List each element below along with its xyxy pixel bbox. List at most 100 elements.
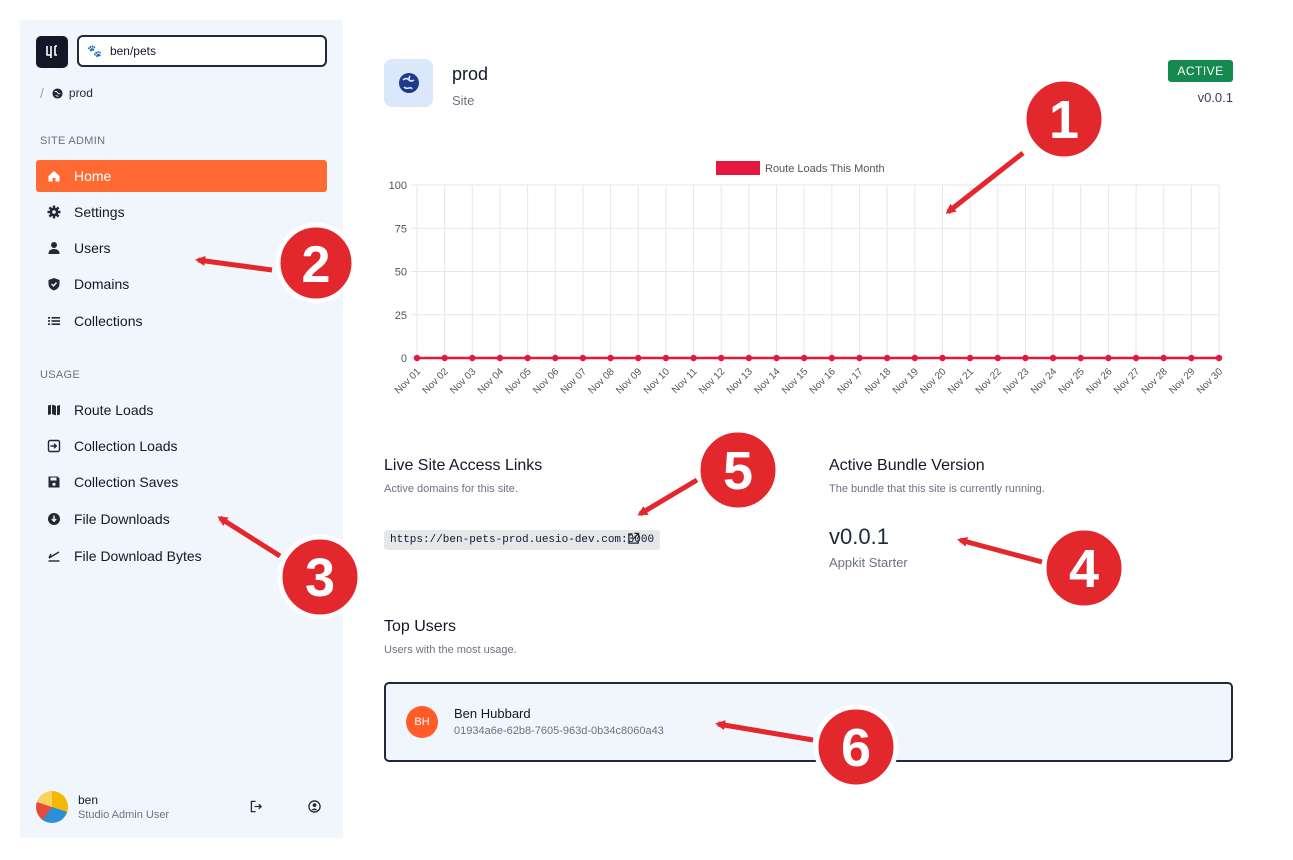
breadcrumb-site: prod xyxy=(68,86,93,100)
data-point xyxy=(662,354,670,362)
nav-route-loads[interactable]: Route Loads xyxy=(36,394,327,426)
nav-users[interactable]: Users xyxy=(36,232,327,264)
breadcrumb-separator: / xyxy=(40,85,44,101)
bundle-title: Active Bundle Version xyxy=(829,457,985,474)
gear-icon xyxy=(46,204,62,220)
data-point xyxy=(441,354,448,362)
nav-collection-loads[interactable]: Collection Loads xyxy=(36,430,327,462)
links-title: Live Site Access Links xyxy=(384,457,543,474)
bundle-desc: The bundle that this site is currently r… xyxy=(829,483,1045,495)
data-point xyxy=(1160,354,1167,362)
nav-collection-loads-label: Collection Loads xyxy=(74,438,178,454)
y-tick-label: 50 xyxy=(395,267,407,279)
nav-collections-label: Collections xyxy=(74,313,143,329)
chart-svg: Route Loads This Month0255075100Nov 01No… xyxy=(389,161,1225,397)
current-user: ben Studio Admin User xyxy=(36,790,326,824)
data-point xyxy=(1215,354,1223,362)
data-point xyxy=(469,354,476,362)
route-loads-chart: Route Loads This Month 0 25 50 75 100 Nov 01 No… xyxy=(370,158,1240,408)
legend-swatch xyxy=(716,161,760,175)
nav-file-download-bytes[interactable]: File Download Bytes xyxy=(36,540,327,572)
sidebar: 🐾 ben/pets / prod SITE ADMIN Home Settin… xyxy=(20,20,343,838)
data-point xyxy=(800,354,808,362)
x-tick-label: Nov 10 xyxy=(642,366,672,396)
nav-route-loads-label: Route Loads xyxy=(74,402,154,418)
x-tick-label: Nov 26 xyxy=(1084,366,1114,396)
x-tick-label: Nov 21 xyxy=(946,366,976,396)
data-point xyxy=(883,354,891,362)
y-tick-label: 0 xyxy=(401,353,407,365)
x-tick-label: Nov 05 xyxy=(504,366,534,396)
data-point xyxy=(1049,354,1057,362)
nav-collections[interactable]: Collections xyxy=(36,305,327,337)
data-point xyxy=(939,354,946,362)
x-tick-label: Nov 13 xyxy=(725,366,755,396)
x-tick-label: Nov 07 xyxy=(559,366,589,396)
data-point xyxy=(524,354,531,362)
nav-collection-saves[interactable]: Collection Saves xyxy=(36,466,327,498)
top-user-card[interactable]: BH Ben Hubbard 01934a6e-62b8-7605-963d-0… xyxy=(384,682,1233,762)
person-icon xyxy=(46,240,62,256)
profile-icon[interactable] xyxy=(306,798,322,814)
user-id: 01934a6e-62b8-7605-963d-0b34c8060a43 xyxy=(454,725,664,737)
x-tick-label: Nov 12 xyxy=(697,366,727,396)
x-tick-label: Nov 11 xyxy=(670,366,700,396)
external-link-icon[interactable] xyxy=(627,532,641,546)
avatar[interactable] xyxy=(36,791,68,823)
x-tick-label: Nov 16 xyxy=(808,366,838,396)
x-tick-label: Nov 08 xyxy=(587,366,617,396)
home-icon xyxy=(46,168,62,184)
x-tick-label: Nov 06 xyxy=(531,366,561,396)
data-point xyxy=(413,354,421,362)
user-name: Ben Hubbard xyxy=(454,706,531,721)
map-icon xyxy=(46,402,62,418)
nav-home[interactable]: Home xyxy=(36,160,327,192)
data-point xyxy=(718,354,725,362)
nav-file-downloads[interactable]: File Downloads xyxy=(36,503,327,535)
nav-domains[interactable]: Domains xyxy=(36,268,327,300)
nav-domains-label: Domains xyxy=(74,276,130,292)
header-version: v0.0.1 xyxy=(1197,90,1233,105)
nav-settings[interactable]: Settings xyxy=(36,196,327,228)
x-tick-label: Nov 22 xyxy=(974,366,1004,396)
page-title: prod xyxy=(452,64,489,84)
data-point xyxy=(552,354,559,362)
list-icon xyxy=(46,313,62,329)
site-globe-icon xyxy=(384,59,433,107)
bundle-version: v0.0.1 xyxy=(829,524,889,549)
annotation-5: 5 xyxy=(637,427,781,517)
breadcrumb[interactable]: / prod xyxy=(40,85,93,101)
login-icon xyxy=(46,438,62,454)
data-point xyxy=(911,354,918,362)
data-point xyxy=(828,354,836,362)
current-user-name: ben xyxy=(78,793,99,807)
shield-icon xyxy=(46,276,62,292)
bundle-name: Appkit Starter xyxy=(829,555,908,570)
x-tick-label: Nov 02 xyxy=(421,366,451,396)
x-tick-label: Nov 01 xyxy=(393,366,423,396)
site-url-link[interactable]: https://ben-pets-prod.uesio-dev.com:3000 xyxy=(384,530,661,550)
y-tick-label: 100 xyxy=(389,180,407,192)
data-point xyxy=(496,354,504,362)
x-tick-label: Nov 23 xyxy=(1001,366,1031,396)
annotation-1-label: 1 xyxy=(1049,90,1079,150)
data-point xyxy=(690,354,697,362)
nav-home-label: Home xyxy=(74,168,112,184)
globe-icon xyxy=(52,87,63,99)
x-tick-label: Nov 17 xyxy=(835,366,865,396)
logout-icon[interactable] xyxy=(248,798,264,814)
x-tick-label: Nov 30 xyxy=(1195,366,1225,396)
data-point xyxy=(773,354,780,362)
x-tick-label: Nov 29 xyxy=(1167,366,1197,396)
data-point xyxy=(1188,354,1195,362)
x-tick-label: Nov 03 xyxy=(448,366,478,396)
data-point xyxy=(856,354,863,362)
app-logo-icon[interactable] xyxy=(36,36,68,68)
app-selector[interactable]: 🐾 ben/pets xyxy=(77,35,327,67)
data-point xyxy=(994,354,1001,362)
y-tick-label: 25 xyxy=(395,310,407,322)
x-tick-label: Nov 24 xyxy=(1029,366,1059,396)
legend-label: Route Loads This Month xyxy=(765,163,885,175)
x-tick-label: Nov 19 xyxy=(891,366,921,396)
save-icon xyxy=(46,474,62,490)
